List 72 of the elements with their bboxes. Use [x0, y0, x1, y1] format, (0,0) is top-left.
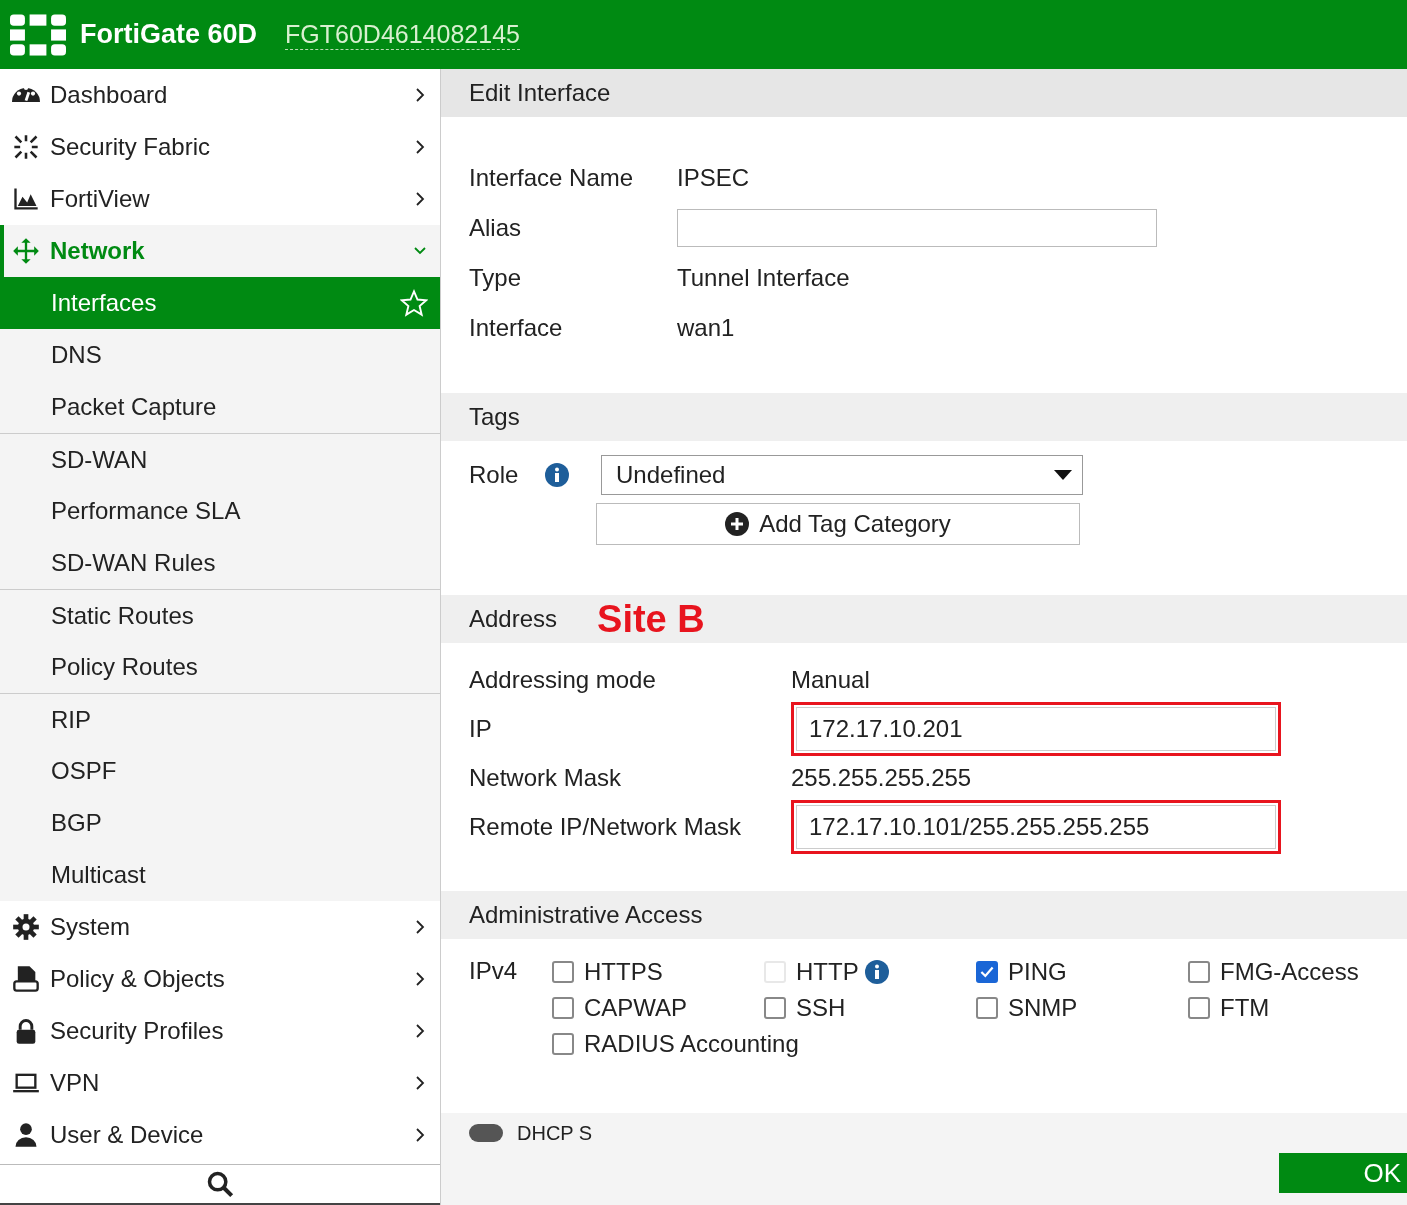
- field-label: Interface: [469, 314, 564, 342]
- plus-circle-icon: [725, 512, 750, 536]
- checkbox-label: RADIUS Accounting: [584, 1030, 799, 1058]
- page-title: Edit Interface: [469, 79, 611, 107]
- checkbox[interactable]: [764, 997, 786, 1019]
- field-label: Role: [469, 461, 520, 489]
- checkbox-label: PING: [1008, 958, 1067, 986]
- field-label: Alias: [469, 214, 523, 242]
- nav-subitem[interactable]: Policy Routes: [0, 641, 440, 693]
- checkbox-label: CAPWAP: [584, 994, 688, 1022]
- checkbox[interactable]: [552, 997, 574, 1019]
- sparkle-icon: [12, 133, 40, 161]
- checkbox-label: SNMP: [1008, 994, 1078, 1022]
- nav-subitem[interactable]: SD-WAN Rules: [0, 537, 440, 589]
- field-label: Addressing mode: [469, 665, 657, 694]
- annotation-label: Site B: [597, 597, 705, 641]
- role-dropdown[interactable]: Undefined: [601, 455, 1083, 495]
- nav-item[interactable]: Network: [0, 225, 440, 277]
- field-value: wan1: [677, 314, 735, 342]
- grid-logo-icon: [10, 13, 66, 56]
- search-bar[interactable]: [0, 1164, 440, 1205]
- field-label: Network Mask: [469, 763, 623, 792]
- checkbox-label: HTTPS: [584, 958, 663, 986]
- move-arrows-icon: [12, 237, 40, 265]
- checkbox[interactable]: [976, 997, 998, 1019]
- star-icon[interactable]: [400, 289, 428, 317]
- field-value: IPSEC: [677, 164, 750, 192]
- checkbox-label: SSH: [796, 994, 846, 1022]
- field-value: Manual: [791, 665, 870, 694]
- field-label: Type: [469, 264, 523, 292]
- nav-subitem[interactable]: Performance SLA: [0, 485, 440, 537]
- product-name: FortiGate 60D: [80, 19, 258, 50]
- nav-subitem[interactable]: DNS: [0, 329, 440, 381]
- nav-subitem[interactable]: Static Routes: [0, 589, 440, 641]
- gauge-icon: [12, 88, 40, 102]
- checkbox[interactable]: [552, 1033, 574, 1055]
- checkbox-label: HTTP: [796, 958, 859, 986]
- section-title: Address: [469, 605, 558, 633]
- checkbox[interactable]: [976, 961, 998, 983]
- search-icon: [206, 1170, 234, 1198]
- serial-link[interactable]: FGT60D4614082145: [285, 19, 520, 50]
- checkbox-label: FMG-Access: [1220, 958, 1359, 986]
- nav-subitem[interactable]: BGP: [0, 797, 440, 849]
- field-value: 255.255.255.255: [791, 763, 972, 792]
- field-label: IPv4: [469, 957, 519, 986]
- checkbox[interactable]: [1188, 961, 1210, 983]
- checkbox-label: FTM: [1220, 994, 1270, 1022]
- caret-icon: [1054, 469, 1072, 481]
- section-title: Administrative Access: [469, 901, 703, 929]
- ok-button[interactable]: OK: [1279, 1153, 1407, 1193]
- field-label: Remote IP/Network Mask: [469, 812, 743, 841]
- settings-icon: [12, 913, 40, 941]
- section-title: Tags: [469, 403, 520, 431]
- nav-subitem[interactable]: RIP: [0, 693, 440, 745]
- input-field[interactable]: 172.17.10.201: [791, 701, 1281, 756]
- checkbox[interactable]: [552, 961, 574, 983]
- nav-subitem[interactable]: OSPF: [0, 745, 440, 797]
- field-label: IP: [469, 714, 493, 743]
- toggle-switch[interactable]: [469, 1124, 503, 1142]
- nav-subitem[interactable]: Multicast: [0, 849, 440, 901]
- field-value: Tunnel Interface: [677, 264, 850, 292]
- section-title: DHCP S: [517, 1121, 593, 1145]
- add-tag-category-button[interactable]: Add Tag Category: [596, 503, 1080, 545]
- nav-subitem[interactable]: Packet Capture: [0, 381, 440, 433]
- field-label: Interface Name: [469, 164, 635, 192]
- info-icon[interactable]: [545, 463, 569, 487]
- checkbox[interactable]: [1188, 997, 1210, 1019]
- nav-subitem[interactable]: SD-WAN: [0, 433, 440, 485]
- nav-subitem[interactable]: Interfaces: [0, 277, 440, 329]
- document-icon: [12, 965, 40, 993]
- alias-field[interactable]: [677, 209, 1157, 247]
- input-field[interactable]: 172.17.10.101/255.255.255.255: [791, 799, 1281, 854]
